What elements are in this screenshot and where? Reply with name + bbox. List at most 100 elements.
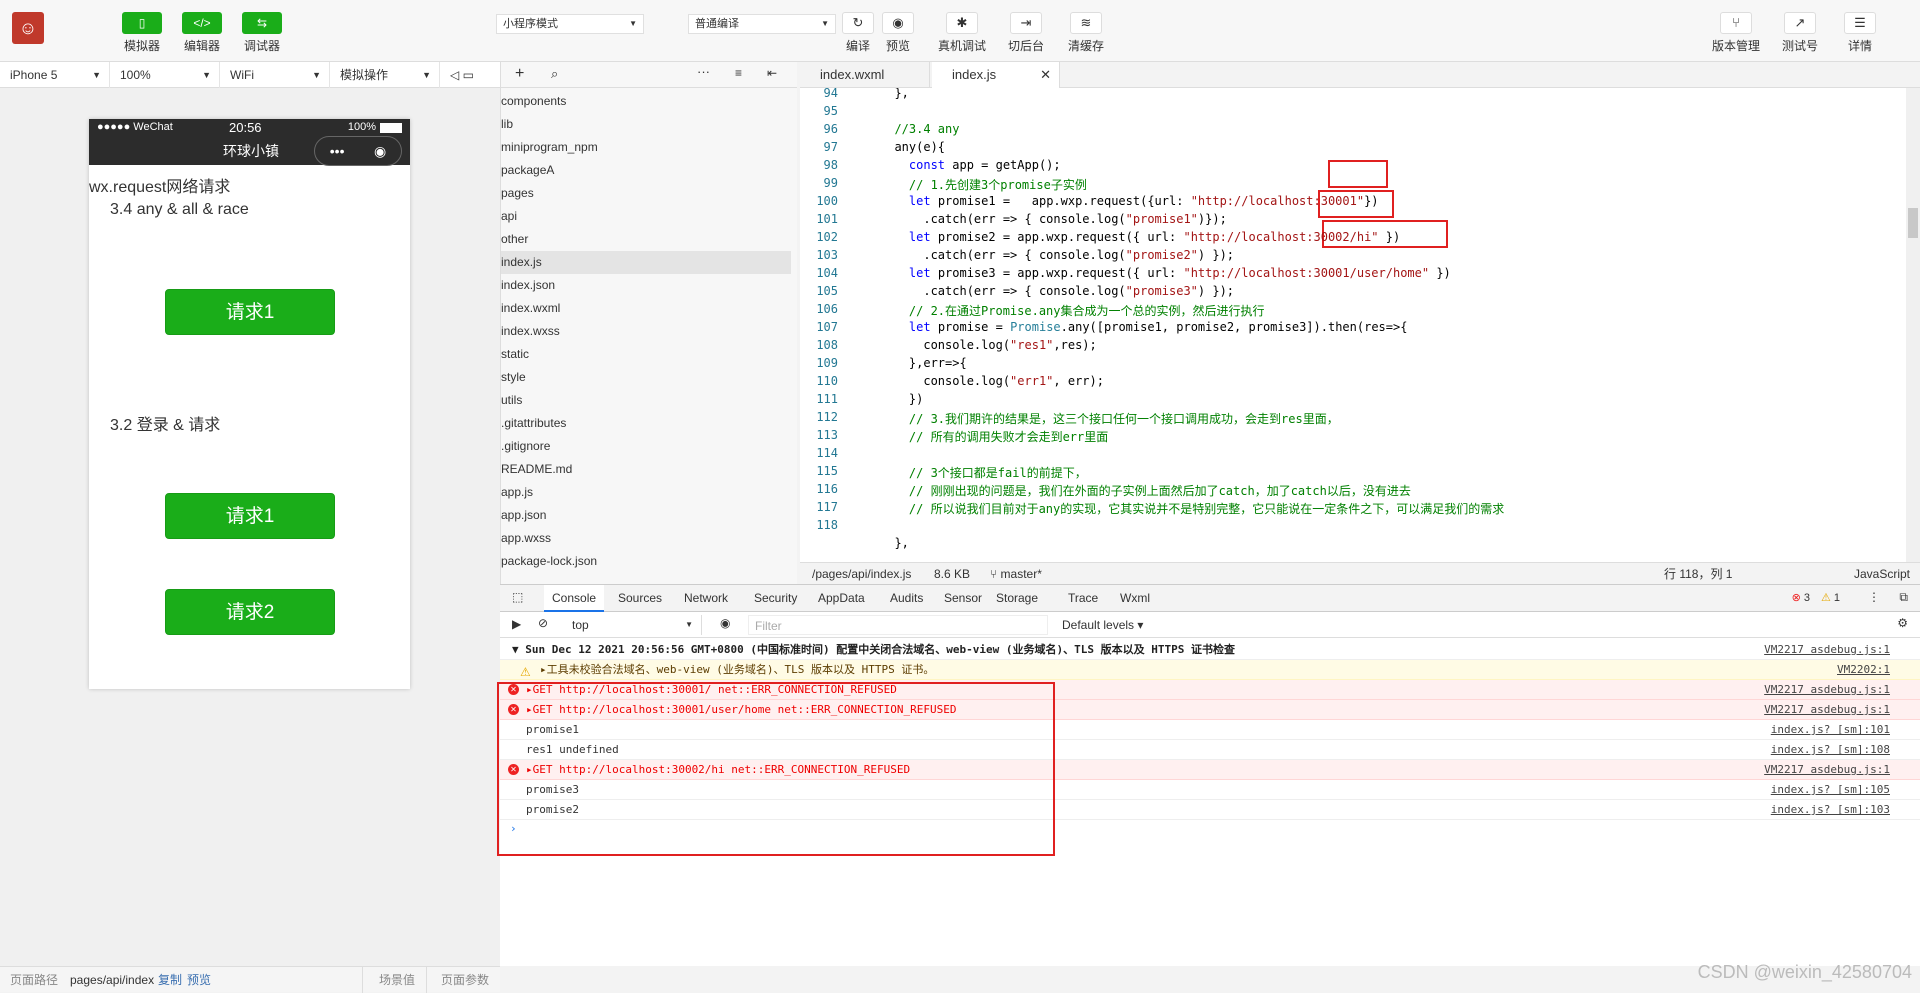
source-link[interactable]: VM2217 asdebug.js:1 <box>1764 640 1890 660</box>
mode-select[interactable]: 小程序模式 ▼ <box>496 14 644 34</box>
network-select[interactable]: WiFi ▼ <box>220 62 330 88</box>
clear-icon[interactable]: ⊘ <box>538 616 548 630</box>
code-line[interactable]: any(e){ <box>880 140 945 154</box>
sort-icon[interactable]: ≡ <box>735 66 742 80</box>
file-tree-item[interactable]: index.wxss <box>501 320 791 343</box>
close-circle-icon[interactable]: ◉ <box>374 143 386 160</box>
source-link[interactable]: index.js? [sm]:101 <box>1771 720 1890 740</box>
console-row[interactable]: ▼ Sun Dec 12 2021 20:56:56 GMT+0800 (中国标… <box>500 640 1920 660</box>
code-line[interactable]: }, <box>880 536 908 550</box>
sidebar-toggle-icon[interactable]: ▶ <box>512 617 521 631</box>
tab-storage[interactable]: Storage <box>996 585 1038 612</box>
request1-button[interactable]: 请求1 <box>165 289 335 335</box>
file-tree-item[interactable]: packageA <box>501 159 791 182</box>
warning-count[interactable]: ⚠ 1 <box>1821 591 1840 604</box>
tab-trace[interactable]: Trace <box>1068 585 1098 612</box>
collapse-icon[interactable]: ⇤ <box>767 66 777 80</box>
eye-icon[interactable]: ◉ <box>720 616 730 630</box>
source-link[interactable]: VM2217 asdebug.js:1 <box>1764 680 1890 700</box>
file-tree-item[interactable]: pages <box>501 182 791 205</box>
add-icon[interactable]: + <box>515 65 524 83</box>
preview-button[interactable]: ◉ 预览 <box>870 12 926 54</box>
source-link[interactable]: VM2202:1 <box>1837 660 1890 680</box>
source-link[interactable]: index.js? [sm]:108 <box>1771 740 1890 760</box>
code-line[interactable]: // 2.在通过Promise.any集合成为一个总的实例，然后进行执行 <box>880 302 1265 319</box>
code-line[interactable]: // 刚刚出现的问题是，我们在外面的子实例上面然后加了catch，加了catch… <box>880 482 1411 499</box>
file-tree-item[interactable]: .gitignore <box>501 435 791 458</box>
tab-console[interactable]: Console <box>544 585 605 612</box>
file-tree-item[interactable]: components <box>501 90 791 113</box>
code-line[interactable]: .catch(err => { console.log("promise2") … <box>880 248 1234 262</box>
code-line[interactable]: }) <box>880 392 923 406</box>
tab-appdata[interactable]: AppData <box>818 585 865 612</box>
remote-debug-button[interactable]: ✱ 真机调试 <box>934 12 990 54</box>
code-line[interactable]: // 1.先创建3个promise子实例 <box>880 176 1087 193</box>
code-line[interactable]: },err=>{ <box>880 356 967 370</box>
file-tree-item[interactable]: utils <box>501 389 791 412</box>
device-select[interactable]: iPhone 5 ▼ <box>0 62 110 88</box>
code-line[interactable]: .catch(err => { console.log("promise1")}… <box>880 212 1226 226</box>
file-tree-item[interactable]: other <box>501 228 791 251</box>
preview-link[interactable]: 预览 <box>187 967 211 993</box>
more-icon[interactable]: ••• <box>330 143 345 159</box>
user-avatar[interactable]: ☺ <box>12 12 44 44</box>
language-mode[interactable]: JavaScript <box>1854 563 1910 585</box>
tab-security[interactable]: Security <box>754 585 797 612</box>
file-tree-item[interactable]: README.md <box>501 458 791 481</box>
dock-icon[interactable]: ⧉ <box>1899 590 1908 605</box>
file-tree-item[interactable]: lib <box>501 113 791 136</box>
capsule-menu[interactable]: ••• ◉ <box>314 136 402 166</box>
simulator-button[interactable]: ▯ 模拟器 <box>112 12 172 54</box>
file-tree-item[interactable]: static <box>501 343 791 366</box>
file-tree-item[interactable]: index.wxml <box>501 297 791 320</box>
file-tree-item[interactable]: app.js <box>501 481 791 504</box>
file-tree-item[interactable]: app.wxss <box>501 527 791 550</box>
file-tree-item[interactable]: style <box>501 366 791 389</box>
file-tree-item[interactable]: .gitattributes <box>501 412 791 435</box>
code-line[interactable]: //3.4 any <box>880 122 959 136</box>
code-line[interactable]: let promise1 = app.wxp.request({url: "ht… <box>880 194 1379 208</box>
levels-select[interactable]: Default levels ▾ <box>1062 615 1172 635</box>
source-link[interactable]: index.js? [sm]:103 <box>1771 800 1890 820</box>
editor-scrollbar[interactable] <box>1906 88 1920 562</box>
code-line[interactable]: console.log("res1",res); <box>880 338 1096 352</box>
source-link[interactable]: VM2217 asdebug.js:1 <box>1764 760 1890 780</box>
request2-button[interactable]: 请求2 <box>165 589 335 635</box>
debugger-button[interactable]: ⇆ 调试器 <box>232 12 292 54</box>
code-line[interactable]: // 3.我们期许的结果是，这三个接口任何一个接口调用成功，会走到res里面， <box>880 410 1339 427</box>
details-button[interactable]: ☰ 详情 <box>1832 12 1888 54</box>
copy-link[interactable]: 复制 <box>158 967 182 993</box>
tab-index-wxml[interactable]: index.wxml <box>800 62 930 88</box>
background-button[interactable]: ⇥ 切后台 <box>998 12 1054 54</box>
error-count[interactable]: ⊗ 3 <box>1792 591 1810 604</box>
code-line[interactable]: // 所有的调用失败才会走到err里面 <box>880 428 1108 445</box>
file-tree-item[interactable]: index.js <box>501 251 791 274</box>
close-icon[interactable]: ✕ <box>1040 62 1051 88</box>
clear-cache-button[interactable]: ≋ 清缓存 <box>1058 12 1114 54</box>
tab-wxml[interactable]: Wxml <box>1120 585 1150 612</box>
source-link[interactable]: VM2217 asdebug.js:1 <box>1764 700 1890 720</box>
code-line[interactable]: }, <box>880 88 908 100</box>
file-tree-item[interactable]: api <box>501 205 791 228</box>
zoom-select[interactable]: 100% ▼ <box>110 62 220 88</box>
operation-select[interactable]: 模拟操作 ▼ <box>330 62 440 88</box>
code-line[interactable]: // 所以说我们目前对于any的实现，它其实说并不是特别完整，它只能说在一定条件… <box>880 500 1504 517</box>
tab-index-js[interactable]: index.js ✕ <box>932 62 1060 88</box>
compile-mode-select[interactable]: 普通编译 ▼ <box>688 14 836 34</box>
filter-input[interactable]: Filter <box>748 615 1048 635</box>
context-select[interactable]: top ▼ <box>562 615 702 635</box>
code-line[interactable]: let promise3 = app.wxp.request({ url: "h… <box>880 266 1451 280</box>
tab-network[interactable]: Network <box>684 585 728 612</box>
file-tree-item[interactable]: miniprogram_npm <box>501 136 791 159</box>
scene-value[interactable]: 场景值 <box>362 967 415 993</box>
code-line[interactable]: console.log("err1", err); <box>880 374 1104 388</box>
code-line[interactable]: let promise2 = app.wxp.request({ url: "h… <box>880 230 1400 244</box>
inspect-icon[interactable]: ⬚ <box>512 590 523 604</box>
kebab-icon[interactable]: ⋮ <box>1868 590 1880 604</box>
code-line[interactable]: // 3个接口都是fail的前提下， <box>880 464 1087 481</box>
tab-audits[interactable]: Audits <box>890 585 923 612</box>
tab-sensor[interactable]: Sensor <box>944 585 982 612</box>
code-line[interactable]: const app = getApp(); <box>880 158 1061 172</box>
git-branch[interactable]: ⑂ master* <box>990 563 1042 585</box>
search-icon[interactable]: ⌕ <box>551 66 558 82</box>
